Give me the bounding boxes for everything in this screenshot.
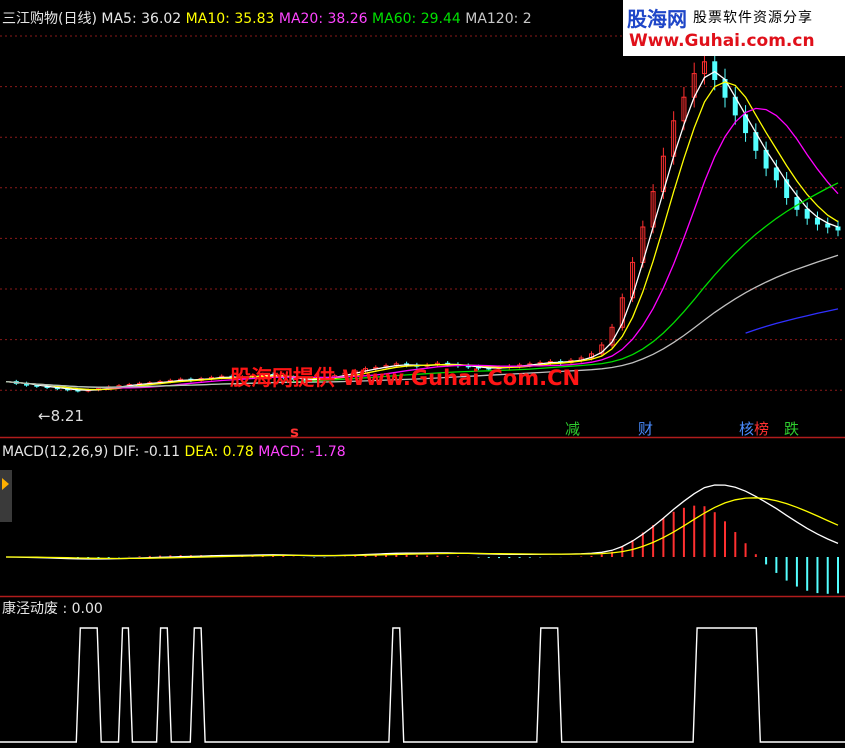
indicator-value: : 0.00 <box>62 601 103 617</box>
ma10-line <box>5 81 839 391</box>
signal-mark: s <box>290 423 299 441</box>
guhai-banner[interactable]: 股海网 股票软件资源分享 Www.Guhai.com.cn <box>623 0 845 56</box>
indicator-label: 康泾动废 <box>2 601 58 617</box>
macd-value: -1.78 <box>309 444 346 460</box>
candle-body <box>712 61 718 80</box>
banner-slogan: 股票软件资源分享 <box>693 10 813 26</box>
ma20-label: MA20: <box>278 11 324 27</box>
ma60-label: MA60: <box>372 11 417 27</box>
main-panel-header: 三江购物(日线) MA5: 36.02 MA10: 35.83 MA20: 38… <box>2 10 532 28</box>
stock-title: 三江购物(日线) <box>2 11 97 27</box>
ma60-value: 29.44 <box>420 11 461 27</box>
event-tag-reduce[interactable]: 减 <box>563 420 582 438</box>
dif-value: -0.11 <box>143 444 181 460</box>
dif-label: DIF: <box>112 444 140 460</box>
signal-pulse-line <box>0 627 845 743</box>
ma20-line <box>5 107 839 389</box>
candle-body <box>794 197 800 210</box>
dea-label: DEA: <box>184 444 219 460</box>
ma20-value: 38.26 <box>327 11 368 27</box>
macd-label: MACD: <box>258 444 305 460</box>
event-tag-finance[interactable]: 财 <box>636 420 655 438</box>
ma120-value: 2 <box>522 11 532 27</box>
indicator-panel-header: 康泾动废 : 0.00 <box>2 600 103 618</box>
banner-url[interactable]: Www.Guhai.com.cn <box>629 31 815 51</box>
ma120-label: MA120: <box>465 11 519 27</box>
macd-params-label: MACD(12,26,9) <box>2 444 109 460</box>
banner-logo: 股海网 <box>627 7 687 31</box>
ma10-value: 35.83 <box>234 11 275 27</box>
macd-panel-header: MACD(12,26,9) DIF: -0.11 DEA: 0.78 MACD:… <box>2 443 346 461</box>
watermark-text: 股海网提供 Www.Guhai.Com.CN <box>230 366 581 390</box>
ma60-line <box>5 182 839 388</box>
dea-value: 0.78 <box>222 444 254 460</box>
candle-body <box>814 217 820 225</box>
ma5-line <box>5 70 839 391</box>
ma10-label: MA10: <box>185 11 230 27</box>
event-tag-ranking[interactable]: 榜 <box>752 420 771 438</box>
low-price-marker: ←8.21 <box>38 407 84 425</box>
candle-body <box>825 223 831 228</box>
dif-line <box>5 484 839 560</box>
candle-body <box>773 167 779 181</box>
expand-arrow-icon <box>2 478 9 490</box>
candle-body <box>835 226 841 231</box>
ma5-label: MA5: <box>101 11 137 27</box>
event-tag-fall[interactable]: 跌 <box>782 420 801 438</box>
dea-line <box>6 497 839 560</box>
ma250-line <box>745 308 839 334</box>
candle-body <box>804 208 810 219</box>
ma5-value: 36.02 <box>141 11 182 27</box>
